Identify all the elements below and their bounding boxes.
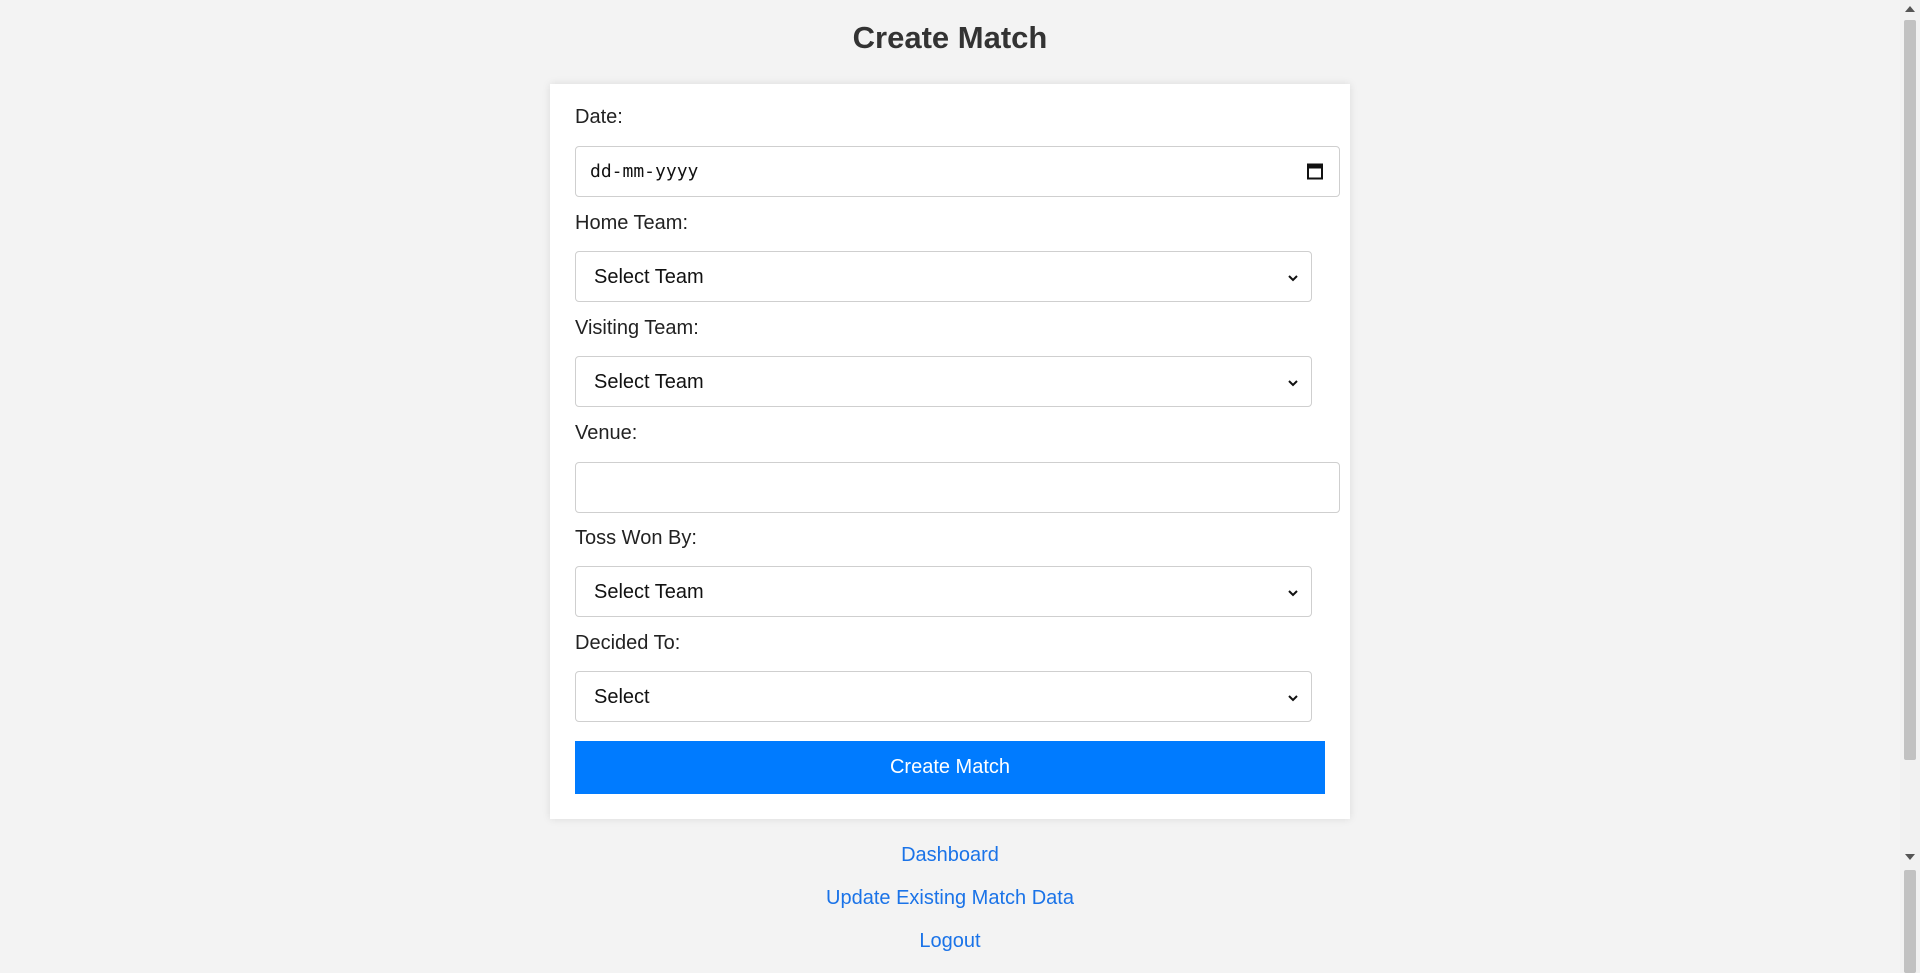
toss-won-by-label: Toss Won By:	[575, 527, 697, 549]
toss-won-by-selected: Select Team	[594, 581, 704, 603]
chevron-down-icon	[1287, 271, 1299, 283]
scrollbar[interactable]	[1900, 0, 1920, 973]
page-title: Create Match	[852, 20, 1048, 55]
date-input[interactable]: dd-mm-yyyy	[575, 146, 1340, 197]
decided-to-select[interactable]: Select	[575, 671, 1312, 722]
create-match-button[interactable]: Create Match	[575, 741, 1325, 794]
home-team-label: Home Team:	[575, 212, 689, 234]
scroll-up-arrow-icon[interactable]	[1900, 0, 1920, 17]
decided-to-label: Decided To:	[575, 632, 681, 654]
page: Create Match Date: dd-mm-yyyy Home Team:…	[0, 0, 1900, 973]
toss-won-by-select[interactable]: Select Team	[575, 566, 1312, 617]
scroll-down-arrow-icon[interactable]	[1900, 848, 1920, 865]
chevron-down-icon	[1287, 691, 1299, 703]
chevron-down-icon	[1287, 586, 1299, 598]
update-match-link[interactable]: Update Existing Match Data	[0, 887, 1900, 910]
calendar-icon[interactable]	[1307, 162, 1323, 180]
dashboard-link[interactable]: Dashboard	[0, 844, 1900, 867]
logout-link[interactable]: Logout	[0, 930, 1900, 953]
create-match-form: Date: dd-mm-yyyy Home Team: Select Team …	[550, 84, 1350, 819]
visiting-team-selected: Select Team	[594, 371, 704, 393]
scrollbar-thumb[interactable]	[1904, 20, 1916, 760]
visiting-team-label: Visiting Team:	[575, 317, 699, 339]
decided-to-selected: Select	[594, 686, 650, 708]
date-placeholder: dd-mm-yyyy	[590, 161, 699, 182]
date-label: Date:	[575, 106, 623, 128]
chevron-down-icon	[1287, 376, 1299, 388]
visiting-team-select[interactable]: Select Team	[575, 356, 1312, 407]
home-team-select[interactable]: Select Team	[575, 251, 1312, 302]
home-team-selected: Select Team	[594, 266, 704, 288]
scrollbar-thumb-lower[interactable]	[1904, 870, 1916, 973]
venue-label: Venue:	[575, 422, 638, 444]
venue-input[interactable]	[575, 462, 1340, 513]
